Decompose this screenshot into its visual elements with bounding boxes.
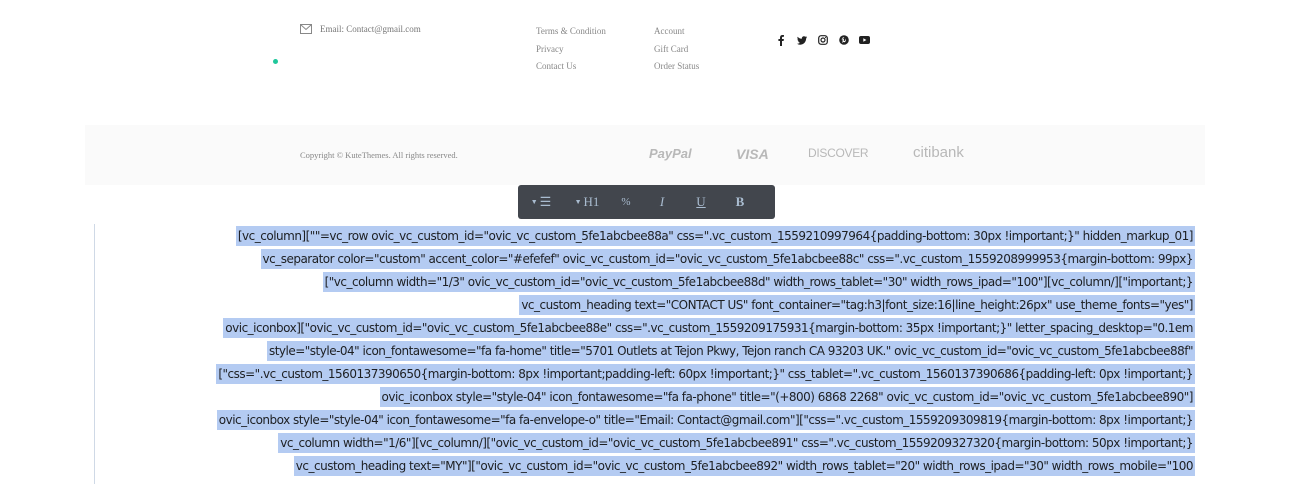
editor-line[interactable]: ovic_iconbox style="style-04" icon_fonta… xyxy=(379,387,1195,407)
underline-icon: U xyxy=(696,194,706,209)
envelope-icon xyxy=(300,24,312,34)
editor-line[interactable]: vc_column width="1/6"][vc_column/]["ovic… xyxy=(278,433,1195,453)
footer-link-contact[interactable]: Contact Us xyxy=(536,58,606,76)
footer-link-gift-card[interactable]: Gift Card xyxy=(654,41,699,59)
footer-link-privacy[interactable]: Privacy xyxy=(536,41,606,59)
link-icon: % xyxy=(621,196,631,208)
copyright-text: Copyright © KuteThemes. All rights reser… xyxy=(300,150,458,160)
editor-line[interactable]: ["css=".vc_custom_1560137390650{margin-b… xyxy=(216,364,1195,384)
editor-line[interactable]: ovic_iconbox style="style-04" icon_fonta… xyxy=(216,410,1195,430)
footer-email: Email: Contact@gmail.com xyxy=(300,24,421,34)
facebook-icon[interactable] xyxy=(770,33,791,47)
citibank-logo: citibank xyxy=(913,144,964,161)
caret-down-icon: ▼ xyxy=(530,198,538,206)
bold-button[interactable]: B xyxy=(720,185,760,219)
accent-dot xyxy=(273,59,278,64)
heading-dropdown-button[interactable]: ▼ H1 xyxy=(564,185,610,219)
instagram-icon[interactable] xyxy=(812,33,833,47)
editor-line[interactable]: vc_separator color="custom" accent_color… xyxy=(260,249,1195,269)
footer-bottom-bar xyxy=(85,125,1205,185)
underline-button[interactable]: U xyxy=(682,185,720,219)
footer-links-account: Account Gift Card Order Status xyxy=(654,23,699,76)
editor-line[interactable]: ovic_iconbox]["ovic_vc_custom_id="ovic_v… xyxy=(223,318,1195,338)
pinterest-icon[interactable] xyxy=(833,33,854,47)
editor-line[interactable]: style="style-04" icon_fontawesome="fa fa… xyxy=(266,341,1195,361)
italic-icon: I xyxy=(659,194,665,209)
social-links xyxy=(770,33,875,47)
format-toolbar: ▼ ☰ ▼ H1 % I U B xyxy=(518,185,775,219)
editor-line[interactable]: [vc_column][""=vc_row ovic_vc_custom_id=… xyxy=(235,226,1195,246)
footer-link-order-status[interactable]: Order Status xyxy=(654,58,699,76)
footer-email-text: Email: Contact@gmail.com xyxy=(320,24,421,34)
list-dropdown-button[interactable]: ▼ ☰ xyxy=(518,185,564,219)
paypal-logo: PayPal xyxy=(649,146,692,161)
footer-links-info: Terms & Condition Privacy Contact Us xyxy=(536,23,606,76)
youtube-icon[interactable] xyxy=(854,33,875,47)
footer-link-terms[interactable]: Terms & Condition xyxy=(536,23,606,41)
heading-icon: H1 xyxy=(583,194,600,209)
editor-line[interactable]: ["vc_column width="1/3" ovic_vc_custom_i… xyxy=(322,272,1195,292)
twitter-icon[interactable] xyxy=(791,33,812,47)
visa-logo: VISA xyxy=(736,146,769,162)
link-button[interactable]: % xyxy=(610,185,642,219)
bold-icon: B xyxy=(735,194,745,209)
italic-button[interactable]: I xyxy=(642,185,682,219)
footer-link-account[interactable]: Account xyxy=(654,23,699,41)
editor-line[interactable]: vc_custom_heading text="MY"]["ovic_vc_cu… xyxy=(293,456,1195,476)
text-editor[interactable]: [vc_column][""=vc_row ovic_vc_custom_id=… xyxy=(94,224,1203,484)
discover-logo: DISCOVER xyxy=(808,146,869,160)
caret-down-icon: ▼ xyxy=(574,198,582,206)
editor-line[interactable]: vc_custom_heading text="CONTACT US" font… xyxy=(519,295,1195,315)
list-icon: ☰ xyxy=(539,194,552,209)
